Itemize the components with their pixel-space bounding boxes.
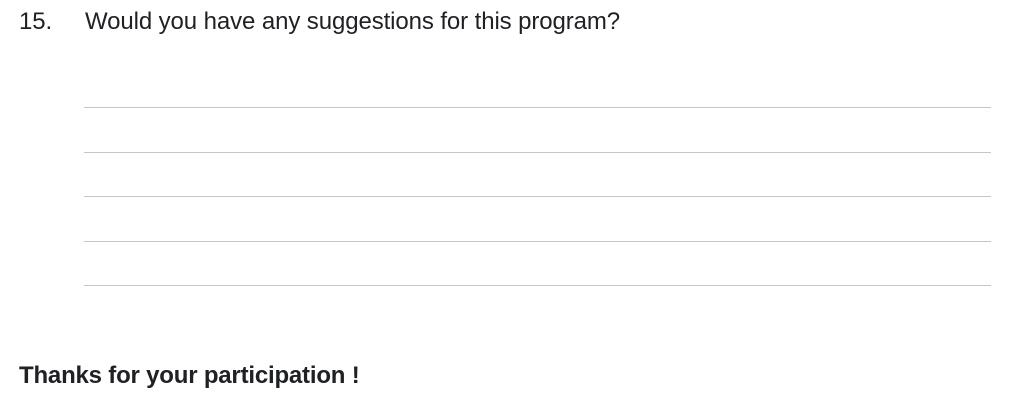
answer-area[interactable]: [84, 107, 991, 330]
answer-line-5[interactable]: [84, 285, 991, 286]
question-text: Would you have any suggestions for this …: [85, 8, 621, 35]
answer-line-1[interactable]: [84, 107, 991, 108]
answer-line-3[interactable]: [84, 196, 991, 197]
closing-message: Thanks for your participation !: [19, 362, 360, 389]
answer-line-2[interactable]: [84, 151, 991, 153]
answer-line-4[interactable]: [84, 240, 991, 242]
question-number: 15.: [19, 8, 53, 35]
